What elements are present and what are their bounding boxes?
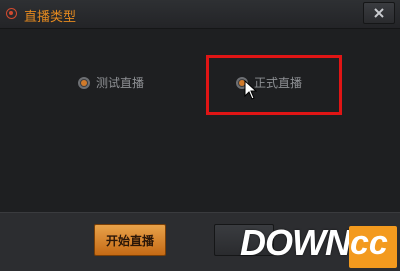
watermark-suffix: cc [350,224,388,262]
watermark-logo: DOWN. [240,222,360,264]
live-type-dialog: 直播类型 测试直播 正式直播 开始直播 DOWN. cc [0,0,400,271]
start-live-button[interactable]: 开始直播 [94,224,166,256]
radio-test-live[interactable]: 测试直播 [78,74,144,91]
app-logo-icon [6,8,17,19]
window-title: 直播类型 [24,10,77,25]
close-icon [374,8,384,18]
watermark-text: DOWN [240,222,351,263]
title-bar: 直播类型 [0,0,400,29]
annotation-highlight-box [206,55,342,115]
close-button[interactable] [363,2,395,24]
radio-label-test-live: 测试直播 [96,76,145,90]
radio-selected-icon[interactable] [78,76,90,89]
mouse-cursor-icon [244,80,258,100]
